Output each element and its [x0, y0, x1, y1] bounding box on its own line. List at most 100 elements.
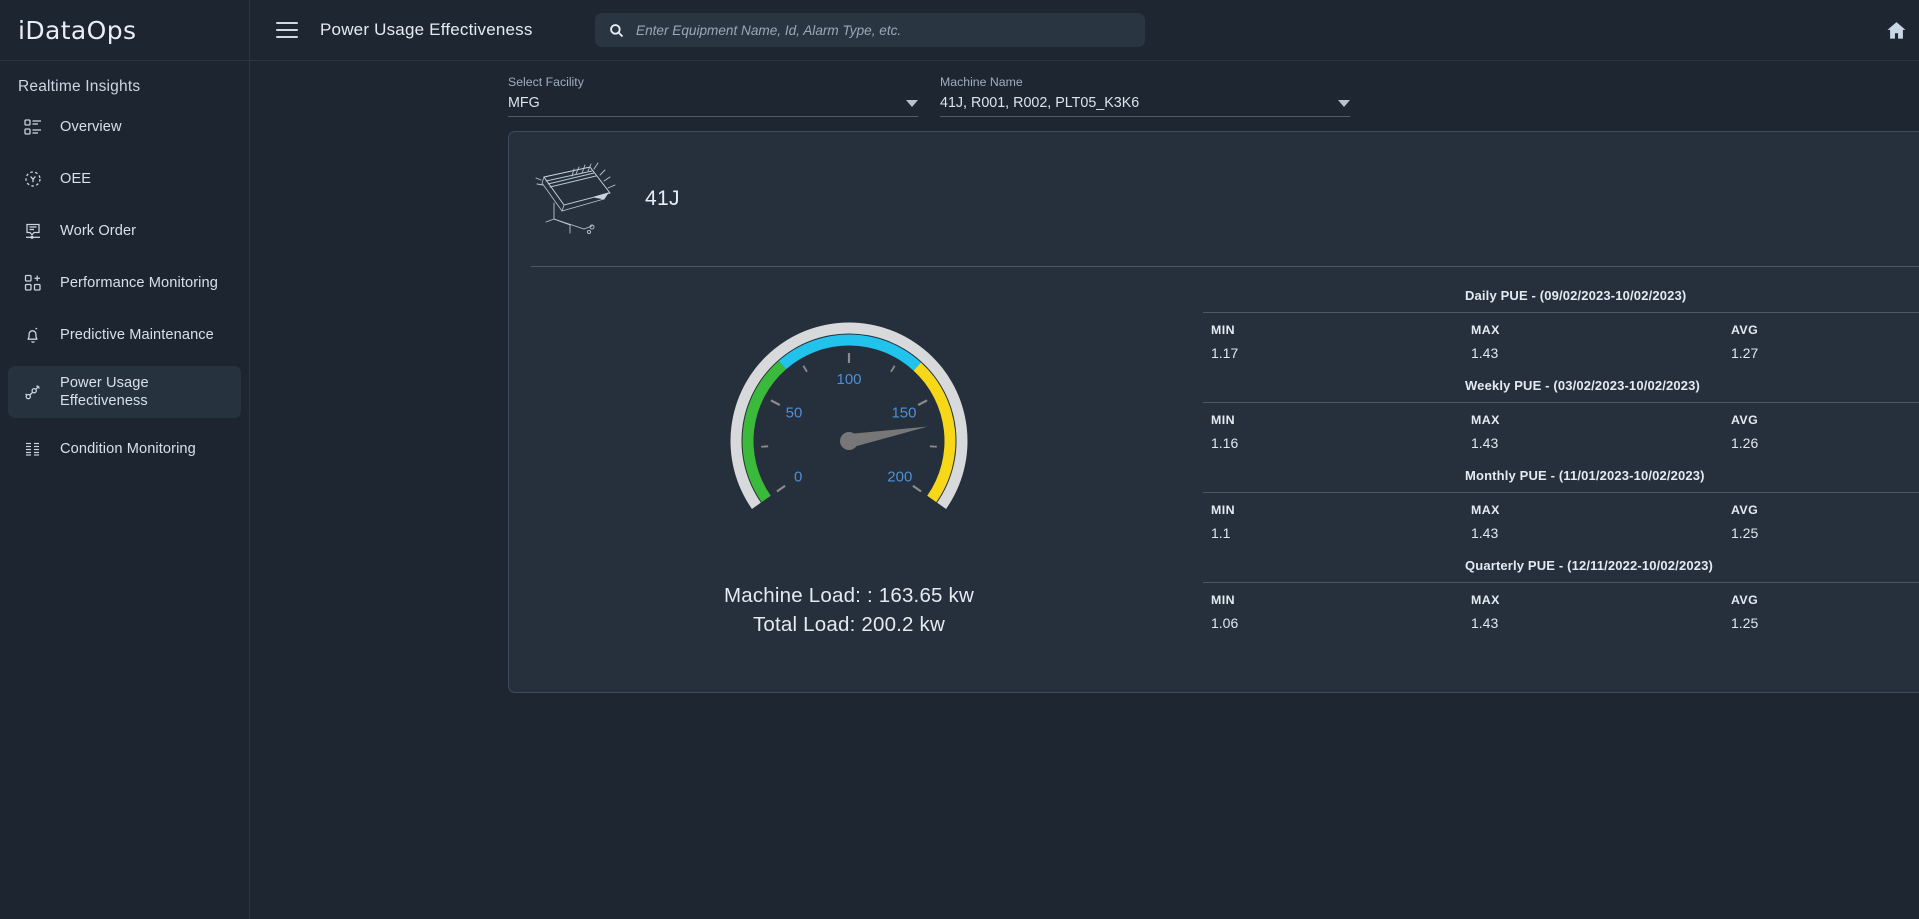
stat-key: MIN [1211, 323, 1471, 337]
stat-key: MAX [1471, 413, 1731, 427]
pue-block-title: Weekly PUE - (03/02/2023-10/02/2023) [1203, 369, 1919, 402]
stat-key: AVG [1731, 323, 1919, 337]
sidebar-item-label: Power Usage Effectiveness [60, 374, 231, 410]
machine-load-gauge: 0 50 100 150 200 [699, 291, 999, 541]
pue-block-weekly: Weekly PUE - (03/02/2023-10/02/2023) MIN… [1203, 369, 1919, 455]
sidebar-item-label: Predictive Maintenance [60, 326, 214, 344]
target-circle-icon [22, 168, 44, 190]
plug-power-icon [22, 381, 44, 403]
stat-cell-avg: AVG 1.25 [1731, 503, 1919, 541]
stat-key: MAX [1471, 593, 1731, 607]
search-icon [609, 23, 624, 38]
table-row: MIN 1.06 MAX 1.43 AVG 1.25 [1203, 583, 1919, 635]
stat-value: 1.06 [1211, 615, 1471, 631]
sidebar-item-label: Work Order [60, 222, 136, 240]
page-title: Power Usage Effectiveness [320, 20, 533, 40]
table-row: MIN 1.1 MAX 1.43 AVG 1.25 [1203, 493, 1919, 545]
pue-block-quarterly: Quarterly PUE - (12/11/2022-10/02/2023) … [1203, 549, 1919, 635]
gauge-readout: Machine Load: : 163.65 kw Total Load: 20… [724, 581, 974, 639]
facility-field: Select Facility MFG [508, 75, 918, 123]
sidebar: iDataOps Realtime Insights Overview [0, 0, 250, 919]
svg-text:50: 50 [786, 404, 803, 421]
stat-cell-max: MAX 1.43 [1471, 503, 1731, 541]
stat-cell-max: MAX 1.43 [1471, 593, 1731, 631]
table-row: MIN 1.17 MAX 1.43 AVG 1.27 [1203, 313, 1919, 365]
sidebar-nav: Overview OEE [0, 106, 249, 470]
sidebar-item-oee[interactable]: OEE [8, 158, 241, 200]
stat-value: 1.1 [1211, 525, 1471, 541]
bell-alert-icon [22, 324, 44, 346]
stat-value: 1.17 [1211, 345, 1471, 361]
work-order-icon [22, 220, 44, 242]
home-icon[interactable] [1885, 19, 1908, 42]
stat-value: 1.25 [1731, 615, 1919, 631]
svg-text:200: 200 [887, 469, 912, 486]
sidebar-item-power-usage-effectiveness[interactable]: Power Usage Effectiveness [8, 366, 241, 418]
sidebar-item-work-order[interactable]: Work Order [8, 210, 241, 252]
sidebar-item-label: Overview [60, 118, 122, 136]
stat-key: MAX [1471, 503, 1731, 517]
pue-block-title: Monthly PUE - (11/01/2023-10/02/2023) [1203, 459, 1919, 492]
stat-key: AVG [1731, 503, 1919, 517]
gauge-pane: 0 50 100 150 200 Machine Load: : 163.65 kw T… [509, 267, 1189, 693]
stat-key: AVG [1731, 593, 1919, 607]
svg-text:0: 0 [794, 469, 802, 486]
machine-card-header: 41J [509, 132, 1919, 266]
stat-value: 1.16 [1211, 435, 1471, 451]
sidebar-item-performance-monitoring[interactable]: Performance Monitoring [8, 262, 241, 304]
stat-cell-avg: AVG 1.27 [1731, 323, 1919, 361]
machine-load-label: Machine Load: : 163.65 kw [724, 581, 974, 610]
gauge-svg: 0 50 100 150 200 [699, 291, 999, 541]
sidebar-item-condition-monitoring[interactable]: Condition Monitoring [8, 428, 241, 470]
topbar: Power Usage Effectiveness [250, 0, 1919, 61]
pue-block-daily: Daily PUE - (09/02/2023-10/02/2023) MIN … [1203, 279, 1919, 365]
machine-name-field: Machine Name 41J, R001, R002, PLT05_K3K6 [940, 75, 1350, 123]
facility-field-label: Select Facility [508, 75, 918, 89]
sidebar-item-predictive-maintenance[interactable]: Predictive Maintenance [8, 314, 241, 356]
sidebar-item-label: OEE [60, 170, 91, 188]
stat-value: 1.43 [1471, 345, 1731, 361]
filter-row: Select Facility MFG Machine Name 41J, R0… [250, 61, 1919, 123]
select-machine-name[interactable]: 41J, R001, R002, PLT05_K3K6 [940, 95, 1350, 117]
equalizer-list-icon [22, 438, 44, 460]
stat-value: 1.43 [1471, 435, 1731, 451]
machine-diagram-icon [531, 157, 623, 241]
stat-value: 1.27 [1731, 345, 1919, 361]
select-facility-value: MFG [508, 95, 898, 111]
machine-card: 41J 0 50 100 150 200 Machine Load: : 163.65 … [508, 131, 1919, 693]
stat-cell-avg: AVG 1.25 [1731, 593, 1919, 631]
svg-text:150: 150 [891, 404, 916, 421]
search-input[interactable] [636, 23, 1131, 38]
stat-cell-max: MAX 1.43 [1471, 413, 1731, 451]
topbar-actions [1885, 14, 1919, 47]
machine-name-title: 41J [645, 187, 680, 211]
machine-card-body: 0 50 100 150 200 Machine Load: : 163.65 kw T… [509, 267, 1919, 693]
stat-key: AVG [1731, 413, 1919, 427]
pue-stats-pane: Daily PUE - (09/02/2023-10/02/2023) MIN … [1189, 267, 1919, 693]
brand-logo[interactable]: iDataOps [0, 0, 249, 61]
stat-cell-max: MAX 1.43 [1471, 323, 1731, 361]
machine-name-field-label: Machine Name [940, 75, 1350, 89]
search-bar[interactable] [595, 13, 1145, 47]
grid-plus-icon [22, 272, 44, 294]
stat-key: MIN [1211, 413, 1471, 427]
stat-value: 1.43 [1471, 525, 1731, 541]
main-region: Power Usage Effectiveness [250, 0, 1919, 919]
stat-value: 1.25 [1731, 525, 1919, 541]
stat-cell-min: MIN 1.1 [1211, 503, 1471, 541]
pue-block-title: Daily PUE - (09/02/2023-10/02/2023) [1203, 279, 1919, 312]
select-facility[interactable]: MFG [508, 95, 918, 117]
sidebar-section-title: Realtime Insights [0, 61, 249, 106]
pue-block-title: Quarterly PUE - (12/11/2022-10/02/2023) [1203, 549, 1919, 582]
table-row: MIN 1.16 MAX 1.43 AVG 1.26 [1203, 403, 1919, 455]
total-load-label: Total Load: 200.2 kw [724, 610, 974, 639]
chevron-down-icon [906, 100, 918, 107]
hamburger-icon[interactable] [276, 22, 298, 38]
sidebar-item-overview[interactable]: Overview [8, 106, 241, 148]
chevron-down-icon [1338, 100, 1350, 107]
pue-block-monthly: Monthly PUE - (11/01/2023-10/02/2023) MI… [1203, 459, 1919, 545]
svg-text:100: 100 [836, 371, 861, 388]
stat-key: MIN [1211, 593, 1471, 607]
stat-key: MIN [1211, 503, 1471, 517]
stat-value: 1.43 [1471, 615, 1731, 631]
